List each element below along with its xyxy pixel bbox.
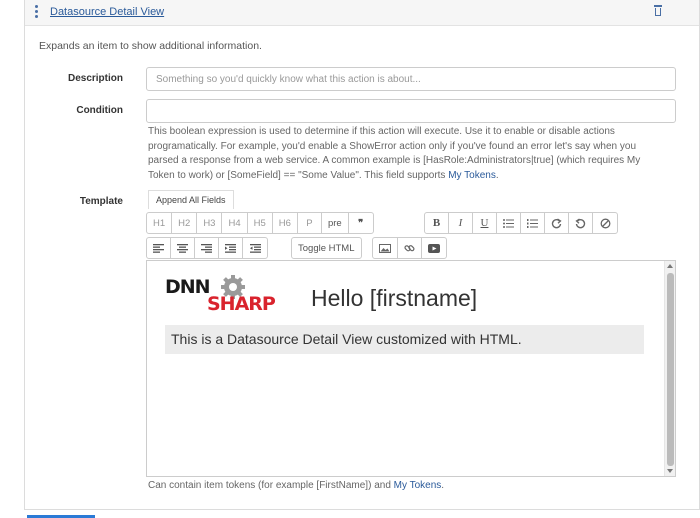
dnn-sharp-logo: DNN SHARP bbox=[165, 273, 311, 317]
scroll-down-icon[interactable] bbox=[667, 469, 673, 473]
quote-icon[interactable]: ❞ bbox=[349, 213, 373, 233]
condition-label: Condition bbox=[76, 105, 123, 116]
media-toolbar bbox=[372, 237, 447, 259]
my-tokens-link[interactable]: My Tokens bbox=[448, 170, 496, 181]
format-toolbar: B I U bbox=[424, 212, 618, 234]
align-right-icon[interactable] bbox=[195, 238, 219, 258]
scroll-up-icon[interactable] bbox=[667, 264, 673, 268]
logo-dnn-text: DNN bbox=[165, 276, 211, 298]
condition-input[interactable] bbox=[146, 99, 676, 123]
condition-help-body: This boolean expression is used to deter… bbox=[148, 126, 641, 181]
drag-handle-icon[interactable] bbox=[34, 5, 40, 19]
editor-scrollbar[interactable] bbox=[664, 261, 675, 476]
underline-icon[interactable]: U bbox=[473, 213, 497, 233]
h2-button[interactable]: H2 bbox=[172, 213, 198, 233]
action-panel: Datasource Detail View Expands an item t… bbox=[24, 0, 700, 510]
insert-link-icon[interactable] bbox=[398, 238, 422, 258]
template-help-body: Can contain item tokens (for example [Fi… bbox=[148, 480, 391, 491]
template-help-end: . bbox=[441, 480, 445, 491]
insert-image-icon[interactable] bbox=[373, 238, 398, 258]
align-left-icon[interactable] bbox=[147, 238, 171, 258]
h6-button[interactable]: H6 bbox=[273, 213, 298, 233]
greeting-heading: Hello [firstname] bbox=[311, 285, 478, 311]
h4-button[interactable]: H4 bbox=[222, 213, 248, 233]
h5-button[interactable]: H5 bbox=[248, 213, 273, 233]
ordered-list-icon[interactable] bbox=[521, 213, 545, 233]
template-label: Template bbox=[79, 196, 123, 207]
h3-button[interactable]: H3 bbox=[197, 213, 223, 233]
scroll-thumb[interactable] bbox=[667, 273, 674, 466]
undo-icon[interactable] bbox=[569, 213, 593, 233]
pre-button[interactable]: pre bbox=[322, 213, 349, 233]
condition-help-end: . bbox=[495, 169, 499, 181]
paragraph-button[interactable]: P bbox=[298, 213, 322, 233]
append-all-fields-button[interactable]: Append All Fields bbox=[148, 190, 234, 209]
redo-icon[interactable] bbox=[545, 213, 569, 233]
info-box: This is a Datasource Detail View customi… bbox=[165, 325, 644, 354]
description-input[interactable] bbox=[146, 67, 676, 91]
trash-icon[interactable] bbox=[653, 5, 663, 17]
unordered-list-icon[interactable] bbox=[497, 213, 521, 233]
italic-icon[interactable]: I bbox=[449, 213, 473, 233]
toggle-html-button[interactable]: Toggle HTML bbox=[292, 238, 361, 258]
h1-button[interactable]: H1 bbox=[147, 213, 173, 233]
panel-description: Expands an item to show additional infor… bbox=[39, 40, 262, 52]
condition-help-text: This boolean expression is used to deter… bbox=[148, 125, 666, 183]
description-label: Description bbox=[67, 73, 123, 84]
template-editor[interactable]: DNN SHARP Hello [firstname] This is a Da… bbox=[146, 260, 676, 477]
align-center-icon[interactable] bbox=[171, 238, 195, 258]
align-toolbar bbox=[146, 237, 268, 259]
template-help-text: Can contain item tokens (for example [Fi… bbox=[148, 480, 444, 491]
clear-format-icon[interactable] bbox=[593, 213, 617, 233]
logo-sharp-text: SHARP bbox=[207, 293, 276, 315]
bold-icon[interactable]: B bbox=[425, 213, 449, 233]
footer-my-tokens-link[interactable]: My Tokens bbox=[394, 480, 442, 491]
insert-video-icon[interactable] bbox=[422, 238, 446, 258]
panel-header: Datasource Detail View bbox=[25, 0, 699, 26]
outdent-icon[interactable] bbox=[243, 238, 267, 258]
indent-icon[interactable] bbox=[219, 238, 243, 258]
html-toolbar: Toggle HTML bbox=[291, 237, 362, 259]
heading-toolbar: H1 H2 H3 H4 H5 H6 P pre ❞ bbox=[146, 212, 374, 234]
panel-title-link[interactable]: Datasource Detail View bbox=[50, 6, 164, 18]
